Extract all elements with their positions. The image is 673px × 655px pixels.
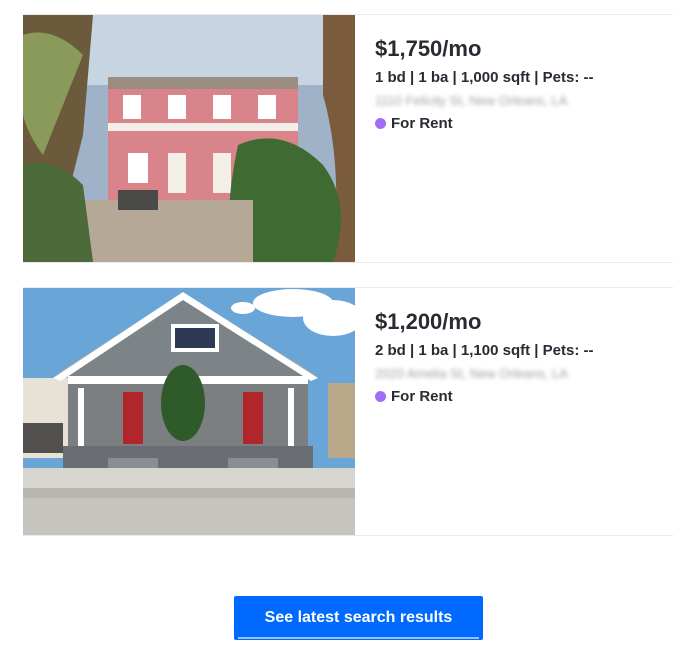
status-badge: For Rent <box>375 388 673 405</box>
status-label: For Rent <box>391 388 453 405</box>
button-underline <box>238 637 479 639</box>
listing-price[interactable]: $1,200/mo <box>375 308 673 336</box>
listing-card[interactable]: $1,750/mo 1 bd | 1 ba | 1,000 sqft | Pet… <box>23 14 673 263</box>
listing-details: 2 bd | 1 ba | 1,100 sqft | Pets: -- <box>375 342 594 359</box>
status-dot-icon <box>375 391 386 402</box>
status-badge: For Rent <box>375 115 673 132</box>
listing-info: $1,200/mo 2 bd | 1 ba | 1,100 sqft | Pet… <box>375 308 673 405</box>
listing-photo[interactable] <box>23 288 355 535</box>
listing-card[interactable]: $1,200/mo 2 bd | 1 ba | 1,100 sqft | Pet… <box>23 287 673 536</box>
status-dot-icon <box>375 118 386 129</box>
listing-address: 2020 Amelia St, New Orleans, LA <box>375 366 568 381</box>
listing-price[interactable]: $1,750/mo <box>375 35 673 63</box>
see-latest-results-button[interactable]: See latest search results <box>234 596 483 640</box>
listing-photo[interactable] <box>23 15 355 262</box>
listing-details: 1 bd | 1 ba | 1,000 sqft | Pets: -- <box>375 69 594 86</box>
listing-address: 1110 Felicity St, New Orleans, LA <box>375 93 568 108</box>
status-label: For Rent <box>391 115 453 132</box>
listing-info: $1,750/mo 1 bd | 1 ba | 1,000 sqft | Pet… <box>375 35 673 132</box>
